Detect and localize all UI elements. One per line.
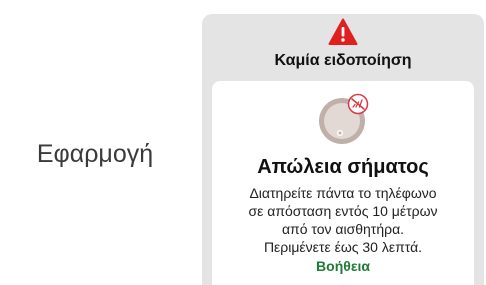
message-line: από τον αισθητήρα. xyxy=(281,221,405,237)
alert-notification-card: Καμία ειδοποίηση Απώλεια σήματος Διατηρε… xyxy=(202,14,484,285)
message-line: Περιμένετε έως 30 λεπτά. xyxy=(263,239,423,255)
app-label: Εφαρμογή xyxy=(36,140,154,168)
help-link[interactable]: Βοήθεια xyxy=(212,258,474,274)
message-line: σε απόσταση εντός 10 μέτρων xyxy=(248,203,438,219)
warning-triangle-icon xyxy=(328,18,358,45)
sensor-no-signal-icon xyxy=(319,93,369,144)
alert-title: Καμία ειδοποίηση xyxy=(274,52,412,69)
message-line: Διατηρείτε πάντα το τηλέφωνο xyxy=(249,185,437,201)
signal-loss-panel: Απώλεια σήματος Διατηρείτε πάντα το τηλέ… xyxy=(212,81,474,285)
screen: Εφαρμογή Καμία ειδοποίηση Απώλεια σήματο… xyxy=(0,0,486,285)
signal-loss-message: Διατηρείτε πάντα το τηλέφωνο σε απόσταση… xyxy=(212,184,474,256)
signal-loss-heading: Απώλεια σήματος xyxy=(257,156,429,178)
